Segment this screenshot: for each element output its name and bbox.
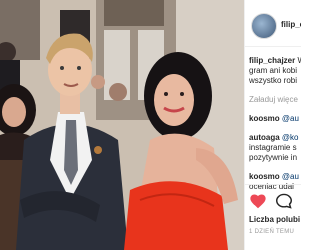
caption-text: W: [297, 56, 301, 65]
comment-username[interactable]: koosmo: [249, 114, 280, 123]
comment-item: koosmo @au: [249, 172, 301, 182]
heart-icon[interactable]: [249, 193, 267, 209]
comment-mention[interactable]: @au: [282, 114, 299, 123]
caption-line: gram ani kobi: [249, 66, 298, 75]
photo-illustration: [0, 0, 244, 250]
avatar[interactable]: [251, 13, 277, 39]
post-username[interactable]: filip_c: [281, 20, 301, 29]
post-header: filip_c: [245, 0, 301, 47]
comment-mention[interactable]: @au: [282, 172, 299, 181]
caption-username[interactable]: filip_chajzer: [249, 56, 295, 65]
likes-count[interactable]: Liczba polubi: [249, 215, 300, 224]
comments-list: filip_chajzer W gram ani kobi wszystko r…: [249, 56, 301, 192]
comment-text: instagramie s: [249, 143, 297, 152]
comment-text: pozytywnie in: [249, 153, 298, 162]
comment-username[interactable]: autoaga: [249, 133, 280, 142]
load-more-comments-link[interactable]: Załaduj więce: [249, 95, 301, 105]
comment-icon[interactable]: [275, 193, 293, 209]
comment-mention[interactable]: @ko: [282, 133, 299, 142]
comment-item: koosmo @au: [249, 114, 301, 124]
caption-line: wszystko robi: [249, 76, 298, 85]
post-side-panel: filip_c filip_chajzer W gram ani kobi ws…: [244, 0, 301, 250]
post-photo[interactable]: [0, 0, 244, 250]
post-footer: Liczba polubi 1 DZIEŃ TEMU: [245, 184, 301, 250]
comment-username[interactable]: koosmo: [249, 172, 280, 181]
caption-line: filip_chajzer W: [249, 56, 301, 66]
comment-item: autoaga @ko: [249, 133, 301, 143]
post-timestamp[interactable]: 1 DZIEŃ TEMU: [249, 229, 294, 235]
